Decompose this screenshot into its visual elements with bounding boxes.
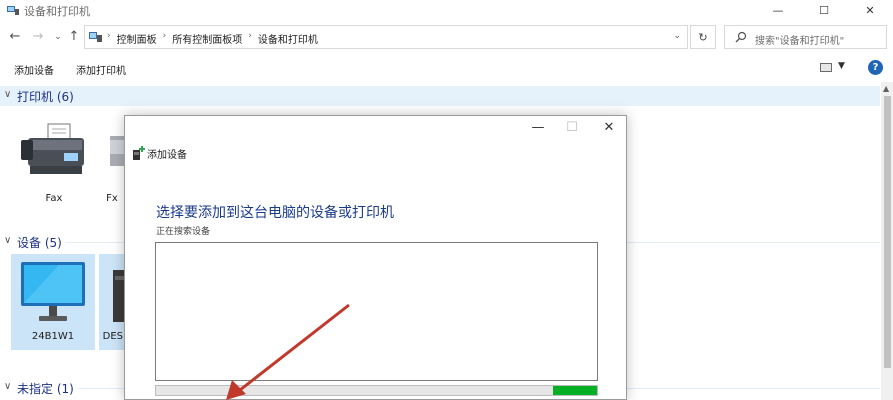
printer-label: Fx — [106, 193, 118, 204]
printer-item-fax[interactable]: Fax — [12, 116, 96, 212]
arrow-up-icon: ↑ — [68, 29, 80, 44]
progress-fill — [552, 386, 597, 395]
refresh-button[interactable]: ↻ — [690, 25, 716, 49]
group-title-unspecified: 未指定 (1) — [17, 382, 74, 396]
add-device-button[interactable]: 添加设备 — [14, 62, 54, 77]
maximize-icon: ☐ — [566, 120, 578, 135]
window-title: 设备和打印机 — [24, 5, 90, 18]
minimize-icon: — — [531, 120, 545, 135]
devices-printers-icon — [7, 6, 19, 15]
dialog-heading: 选择要添加到这台电脑的设备或打印机 — [156, 205, 394, 221]
up-button[interactable]: ↑ — [66, 29, 82, 45]
dialog-minimize-button[interactable]: — — [523, 120, 553, 138]
chevron-down-icon: ∨ — [4, 89, 12, 100]
search-icon — [735, 31, 747, 43]
recent-locations-button[interactable]: ⌄ — [50, 29, 66, 45]
scrollbar-thumb[interactable] — [884, 96, 891, 368]
group-header-printers[interactable]: ∨ 打印机 (6) — [0, 86, 880, 106]
device-label: 24B1W1 — [31, 331, 75, 342]
arrow-left-icon: ← — [9, 29, 21, 44]
chevron-down-icon: ⌄ — [54, 32, 62, 42]
address-bar[interactable]: › 控制面板 › 所有控制面板项 › 设备和打印机 ⌄ — [84, 25, 688, 49]
chevron-right-icon: › — [107, 31, 111, 41]
device-list[interactable] — [155, 242, 598, 381]
breadcrumb-control-panel[interactable]: 控制面板 — [117, 31, 157, 46]
command-bar: 添加设备 添加打印机 ▼ ? — [0, 56, 893, 82]
close-icon: ✕ — [603, 120, 615, 135]
fax-icon — [21, 123, 84, 174]
close-button[interactable]: ✕ — [847, 0, 893, 21]
breadcrumb-devices-printers[interactable]: 设备和打印机 — [258, 31, 318, 46]
refresh-icon: ↻ — [698, 30, 708, 44]
vertical-scrollbar[interactable]: ▲ — [881, 82, 893, 400]
help-button[interactable]: ? — [868, 60, 883, 75]
chevron-right-icon: › — [248, 31, 252, 41]
breadcrumb: › 控制面板 › 所有控制面板项 › 设备和打印机 — [107, 31, 318, 46]
view-options-icon[interactable] — [820, 63, 832, 72]
forward-button[interactable]: → — [30, 29, 46, 45]
chevron-right-icon: › — [162, 31, 167, 41]
dialog-title: 添加设备 — [147, 150, 187, 161]
maximize-icon: ☐ — [819, 4, 829, 17]
scroll-up-icon[interactable]: ▲ — [883, 84, 889, 93]
add-device-dialog: — ☐ ✕ 添加设备 选择要添加到这台电脑的设备或打印机 正在搜索设备 — [124, 115, 627, 400]
chevron-down-icon: ∨ — [4, 381, 12, 392]
back-button[interactable]: ← — [7, 29, 23, 45]
search-progress-bar — [155, 385, 598, 396]
title-bar: 设备和打印机 — ☐ ✕ — [0, 0, 893, 21]
device-item-monitor[interactable]: 24B1W1 — [11, 254, 95, 350]
address-dropdown-icon[interactable]: ⌄ — [673, 31, 681, 41]
search-placeholder: 搜索"设备和打印机" — [755, 36, 845, 47]
monitor-icon — [21, 262, 85, 321]
close-icon: ✕ — [865, 4, 875, 17]
add-device-icon — [133, 146, 145, 160]
printer-label: Fax — [45, 193, 63, 204]
breadcrumb-all-items[interactable]: 所有控制面板项 — [172, 31, 242, 46]
minimize-button[interactable]: — — [755, 0, 801, 21]
control-panel-icon — [89, 32, 102, 42]
group-title-printers: 打印机 (6) — [17, 90, 74, 104]
add-printer-button[interactable]: 添加打印机 — [76, 62, 126, 77]
dialog-maximize-button[interactable]: ☐ — [557, 120, 587, 138]
printer-icon — [110, 136, 124, 166]
dialog-close-button[interactable]: ✕ — [594, 120, 624, 138]
device-item-desktop[interactable]: DES — [99, 254, 124, 350]
maximize-button[interactable]: ☐ — [801, 0, 847, 21]
computer-icon — [113, 270, 124, 322]
address-row: ← → ⌄ ↑ › 控制面板 › 所有控制面板项 › 设备和打印机 ⌄ ↻ 搜索… — [0, 24, 893, 52]
chevron-down-icon: ∨ — [4, 235, 12, 246]
search-box[interactable]: 搜索"设备和打印机" — [724, 25, 887, 49]
minimize-icon: — — [772, 4, 784, 17]
view-dropdown-icon[interactable]: ▼ — [838, 61, 845, 71]
device-label: DES — [102, 331, 123, 342]
search-status: 正在搜索设备 — [156, 227, 211, 237]
printer-item-2[interactable]: Fx — [100, 116, 124, 212]
group-title-devices: 设备 (5) — [17, 236, 62, 250]
arrow-right-icon: → — [32, 29, 44, 44]
